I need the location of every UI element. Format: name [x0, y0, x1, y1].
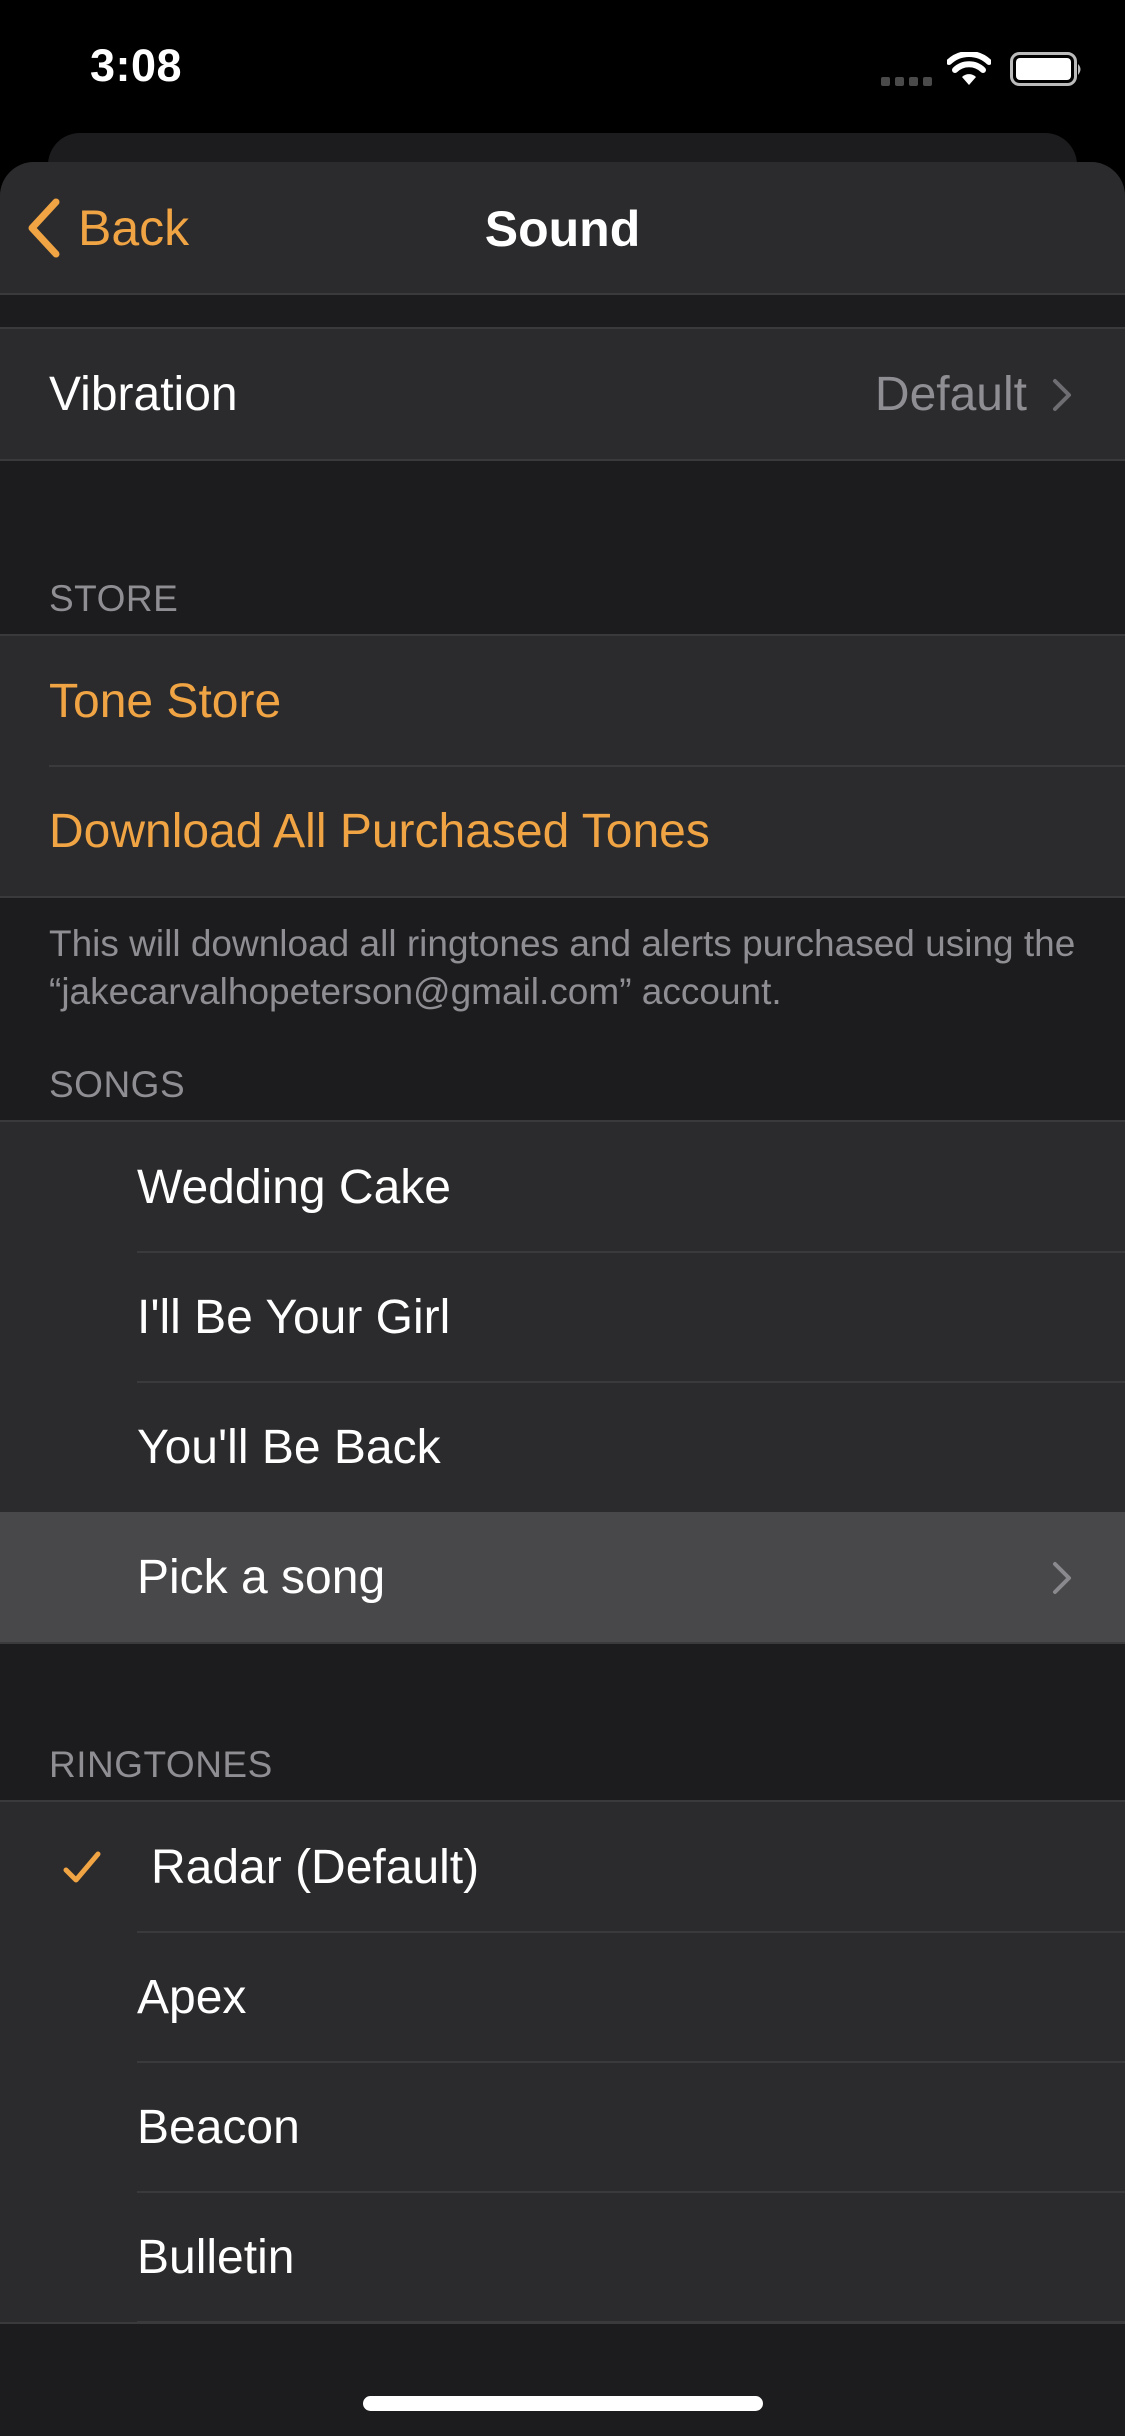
song-item[interactable]: Wedding Cake: [0, 1122, 1125, 1252]
ringtones-group: Radar (Default) Apex Beacon Bulletin: [0, 1800, 1125, 2324]
page-title: Sound: [0, 200, 1125, 258]
ringtone-item[interactable]: Beacon: [0, 2062, 1125, 2192]
chevron-right-icon: [1051, 1560, 1073, 1596]
song-label: You'll Be Back: [137, 1420, 441, 1475]
vibration-value: Default: [875, 329, 1027, 459]
store-group: Tone Store Download All Purchased Tones: [0, 634, 1125, 898]
tone-store-button[interactable]: Tone Store: [0, 636, 1125, 766]
ringtone-label: Apex: [137, 1970, 246, 2025]
navigation-bar: Back Sound: [0, 162, 1125, 295]
section-header-store: STORE: [0, 578, 1125, 620]
wifi-icon: [947, 52, 991, 86]
chevron-right-icon: [1051, 377, 1073, 413]
checkmark-icon: [62, 1848, 102, 1886]
song-item[interactable]: I'll Be Your Girl: [0, 1252, 1125, 1382]
ringtone-label: Radar (Default): [151, 1840, 479, 1895]
sound-settings-sheet: Back Sound Vibration Default STORE Tone …: [0, 162, 1125, 2436]
song-label: I'll Be Your Girl: [137, 1290, 450, 1345]
store-footer-text: This will download all ringtones and ale…: [0, 898, 1125, 1016]
vibration-group: Vibration Default: [0, 327, 1125, 461]
home-indicator[interactable]: [363, 2396, 763, 2411]
download-all-purchased-tones-button[interactable]: Download All Purchased Tones: [0, 766, 1125, 896]
ringtone-label: Beacon: [137, 2100, 300, 2155]
pick-a-song-row[interactable]: Pick a song: [0, 1512, 1125, 1642]
vibration-label: Vibration: [49, 367, 238, 422]
section-header-songs: SONGS: [0, 1064, 1125, 1106]
pick-a-song-label: Pick a song: [137, 1550, 385, 1605]
songs-group: Wedding Cake I'll Be Your Girl You'll Be…: [0, 1120, 1125, 1644]
ringtone-item[interactable]: Bulletin: [0, 2192, 1125, 2322]
row-separator: [137, 2321, 1125, 2323]
ringtone-item[interactable]: Apex: [0, 1932, 1125, 2062]
song-label: Wedding Cake: [137, 1160, 451, 1215]
vibration-row[interactable]: Vibration Default: [0, 329, 1125, 459]
section-header-ringtones: RINGTONES: [0, 1744, 1125, 1786]
cellular-signal-icon: [881, 77, 932, 86]
download-all-label: Download All Purchased Tones: [49, 804, 710, 859]
tone-store-label: Tone Store: [49, 674, 281, 729]
status-bar: 3:08: [0, 0, 1125, 130]
song-item[interactable]: You'll Be Back: [0, 1382, 1125, 1512]
ringtone-item-selected[interactable]: Radar (Default): [0, 1802, 1125, 1932]
ringtone-label: Bulletin: [137, 2230, 294, 2285]
status-time: 3:08: [90, 40, 182, 92]
battery-icon: [1010, 52, 1084, 88]
